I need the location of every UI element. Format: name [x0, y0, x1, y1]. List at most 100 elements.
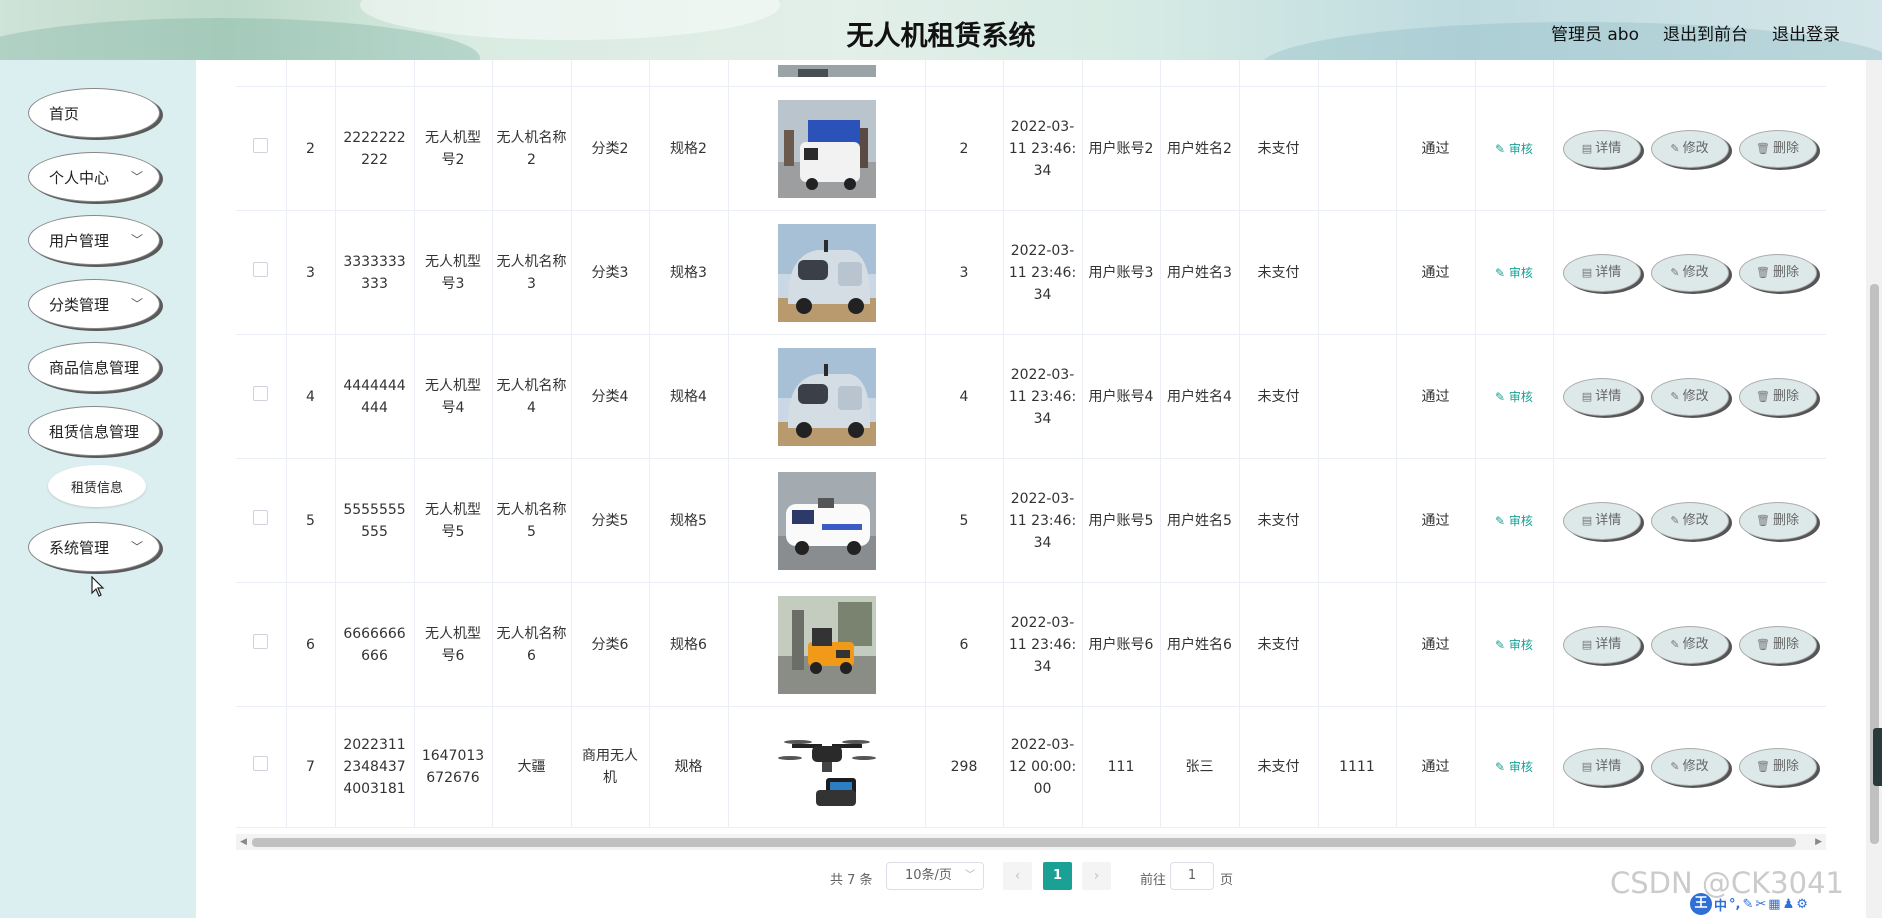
row-checkbox[interactable] — [253, 137, 269, 153]
logout-link[interactable]: 退出登录 — [1772, 20, 1840, 45]
user-name: 用户姓名6 — [1160, 582, 1240, 707]
delete-button[interactable]: 🗑 删除 — [1738, 253, 1817, 292]
rental-quantity: 5 — [925, 458, 1004, 583]
delete-button[interactable]: 🗑 删除 — [1738, 625, 1817, 664]
ime-settings-icon[interactable]: ⚙ — [1796, 897, 1808, 912]
order-number: 5555555555 — [335, 458, 415, 583]
ime-punctuation-icon[interactable]: °, — [1729, 897, 1740, 912]
row-checkbox[interactable] — [253, 509, 269, 525]
delete-button[interactable]: 🗑 删除 — [1738, 501, 1817, 540]
ime-chinese-mode-icon[interactable]: 中 — [1714, 895, 1727, 914]
ime-keyboard-icon[interactable]: ▦ — [1768, 897, 1780, 912]
page-number-current[interactable]: 1 — [1043, 862, 1072, 890]
audit-button[interactable]: ✎ 审核 — [1495, 514, 1533, 528]
audit-button[interactable]: ✎ 审核 — [1495, 390, 1533, 404]
edit-button[interactable]: ✎ 修改 — [1650, 501, 1729, 540]
page-size-select[interactable]: 10条/页 ﹀ — [886, 862, 984, 890]
row-checkbox[interactable] — [253, 385, 269, 401]
edit-pen-icon: ✎ — [1495, 637, 1509, 652]
rental-quantity: 4 — [925, 334, 1004, 459]
sidebar-item-user-management[interactable]: 用户管理 ﹀ — [28, 215, 160, 265]
edit-button[interactable]: ✎ 修改 — [1650, 625, 1729, 664]
drone-name: 无人机名称4 — [492, 334, 572, 459]
sidebar-item-home[interactable]: 首页 — [28, 88, 160, 138]
delete-button[interactable]: 🗑 删除 — [1738, 129, 1817, 168]
edit-pen-icon: ✎ — [1495, 141, 1509, 156]
user-name: 用户姓名5 — [1160, 458, 1240, 583]
audit-cell: ✎ 审核 — [1475, 458, 1554, 583]
ime-handwrite-icon[interactable]: ✎ — [1742, 897, 1753, 912]
scroll-left-icon[interactable]: ◀ — [240, 837, 247, 847]
edit-pen-icon: ✎ — [1670, 389, 1680, 403]
order-number: 4444444444 — [335, 334, 415, 459]
sidebar-item-rental-management[interactable]: 租赁信息管理 — [28, 406, 160, 456]
trash-icon: 🗑 — [1756, 265, 1770, 279]
payment-status: 未支付 — [1239, 582, 1319, 707]
back-to-front-link[interactable]: 退出到前台 — [1663, 20, 1748, 45]
user-name: 用户姓名3 — [1160, 210, 1240, 335]
sidebar-item-product-management[interactable]: 商品信息管理 — [28, 342, 160, 392]
audit-button[interactable]: ✎ 审核 — [1495, 760, 1533, 774]
scrollbar-thumb[interactable] — [252, 838, 1796, 847]
edit-pen-icon: ✎ — [1670, 513, 1680, 527]
row-checkbox-cell — [236, 210, 287, 335]
side-panel-tab[interactable] — [1873, 728, 1882, 786]
detail-label: 详情 — [1595, 636, 1622, 652]
delete-button[interactable]: 🗑 删除 — [1738, 748, 1817, 786]
detail-button[interactable]: ▤ 详情 — [1562, 377, 1641, 416]
edit-button[interactable]: ✎ 修改 — [1650, 377, 1729, 416]
sidebar-item-label: 系统管理 — [49, 538, 110, 557]
row-checkbox[interactable] — [253, 261, 269, 277]
detail-button[interactable]: ▤ 详情 — [1562, 501, 1641, 540]
scroll-right-icon[interactable]: ▶ — [1815, 837, 1822, 847]
row-checkbox-cell — [236, 334, 287, 459]
delete-label: 删除 — [1772, 512, 1799, 528]
trash-icon: 🗑 — [1756, 637, 1770, 651]
detail-button[interactable]: ▤ 详情 — [1562, 748, 1641, 786]
edit-label: 修改 — [1682, 759, 1709, 774]
review-status: 通过 — [1396, 706, 1476, 828]
sidebar-subitem-rental-info[interactable]: 租赁信息 — [48, 465, 146, 507]
actions-cell: ▤ 详情 ✎ 修改 🗑 删除 — [1553, 706, 1826, 828]
sidebar-item-personal-center[interactable]: 个人中心 ﹀ — [28, 152, 160, 202]
edit-button[interactable]: ✎ 修改 — [1650, 253, 1729, 292]
sidebar-item-system-management[interactable]: 系统管理 ﹀ — [28, 522, 160, 572]
payment-status: 未支付 — [1239, 334, 1319, 459]
row-checkbox[interactable] — [253, 633, 269, 649]
audit-label: 审核 — [1508, 513, 1533, 528]
horizontal-scrollbar[interactable]: ◀ ▶ — [236, 834, 1826, 850]
payment-status: 未支付 — [1239, 458, 1319, 583]
edit-button[interactable]: ✎ 修改 — [1650, 129, 1729, 168]
sidebar-item-label: 商品信息管理 — [49, 358, 140, 377]
row-checkbox-cell — [236, 458, 287, 583]
detail-label: 详情 — [1595, 759, 1622, 774]
drone-name: 无人机名称6 — [492, 582, 572, 707]
audit-button[interactable]: ✎ 审核 — [1495, 266, 1533, 280]
detail-button[interactable]: ▤ 详情 — [1562, 625, 1641, 664]
ime-skin-icon[interactable]: ♟ — [1783, 897, 1795, 912]
sidebar-item-category-management[interactable]: 分类管理 ﹀ — [28, 279, 160, 329]
row-index: 5 — [286, 458, 336, 583]
prev-page-button[interactable]: ‹ — [1003, 862, 1032, 890]
user-account: 用户账号5 — [1082, 458, 1161, 583]
row-checkbox-cell — [236, 86, 287, 211]
vertical-scrollbar[interactable] — [1866, 60, 1882, 918]
audit-label: 审核 — [1508, 265, 1533, 280]
next-page-button[interactable]: › — [1082, 862, 1111, 890]
edit-button[interactable]: ✎ 修改 — [1650, 748, 1729, 786]
audit-button[interactable]: ✎ 审核 — [1495, 142, 1533, 156]
audit-button[interactable]: ✎ 审核 — [1495, 638, 1533, 652]
drone-spec: 规格6 — [649, 582, 729, 707]
chevron-down-icon: ﹀ — [965, 870, 975, 881]
row-checkbox[interactable] — [253, 756, 269, 771]
sidebar-item-label: 租赁信息管理 — [49, 422, 140, 441]
delete-button[interactable]: 🗑 删除 — [1738, 377, 1817, 416]
goto-page-input[interactable]: 1 — [1170, 862, 1214, 890]
admin-user-label[interactable]: 管理员 abo — [1551, 20, 1639, 45]
payment-status: 未支付 — [1239, 706, 1319, 828]
drone-name: 无人机名称5 — [492, 458, 572, 583]
ime-logo-icon[interactable]: 王 — [1690, 893, 1712, 915]
detail-button[interactable]: ▤ 详情 — [1562, 253, 1641, 292]
ime-scissors-icon[interactable]: ✂ — [1755, 897, 1766, 912]
detail-button[interactable]: ▤ 详情 — [1562, 129, 1641, 168]
